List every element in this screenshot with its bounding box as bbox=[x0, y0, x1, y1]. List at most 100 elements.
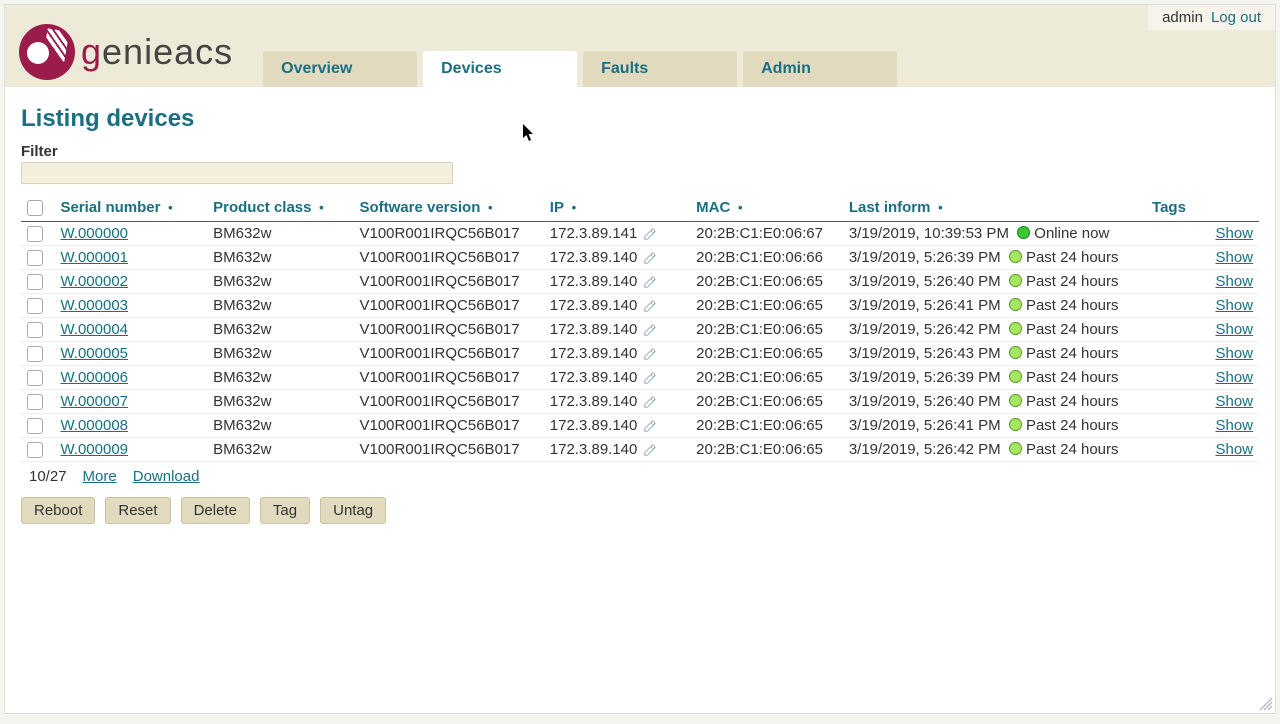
row-checkbox[interactable] bbox=[27, 442, 43, 458]
devices-table: Serial number • Product class • Software… bbox=[21, 194, 1259, 462]
show-link[interactable]: Show bbox=[1215, 417, 1253, 434]
pencil-icon[interactable] bbox=[643, 347, 657, 361]
more-link[interactable]: More bbox=[83, 468, 117, 485]
pencil-icon[interactable] bbox=[643, 275, 657, 289]
cell-product: BM632w bbox=[207, 414, 353, 438]
brand-logo[interactable]: genieacs bbox=[5, 5, 247, 87]
show-link[interactable]: Show bbox=[1215, 297, 1253, 314]
tab-overview[interactable]: Overview bbox=[263, 51, 417, 87]
status-dot-icon bbox=[1009, 442, 1022, 455]
col-mac[interactable]: MAC • bbox=[690, 194, 843, 222]
row-checkbox[interactable] bbox=[27, 346, 43, 362]
table-row: W.000008BM632wV100R001IRQC56B017172.3.89… bbox=[21, 414, 1259, 438]
col-product[interactable]: Product class • bbox=[207, 194, 353, 222]
cell-ip: 172.3.89.140 bbox=[550, 249, 638, 266]
serial-link[interactable]: W.000002 bbox=[60, 273, 128, 290]
untag-button[interactable]: Untag bbox=[320, 497, 386, 524]
col-last[interactable]: Last inform • bbox=[843, 194, 1146, 222]
cell-tags bbox=[1146, 318, 1198, 342]
download-link[interactable]: Download bbox=[133, 468, 200, 485]
status-dot-icon bbox=[1017, 226, 1030, 239]
serial-link[interactable]: W.000003 bbox=[60, 297, 128, 314]
serial-link[interactable]: W.000001 bbox=[60, 249, 128, 266]
col-ip[interactable]: IP • bbox=[544, 194, 690, 222]
cell-last: 3/19/2019, 5:26:41 PM Past 24 hours bbox=[843, 294, 1146, 318]
serial-link[interactable]: W.000007 bbox=[60, 393, 128, 410]
pencil-icon[interactable] bbox=[643, 419, 657, 433]
pencil-icon[interactable] bbox=[643, 227, 657, 241]
serial-link[interactable]: W.000000 bbox=[60, 225, 128, 242]
cell-mac: 20:2B:C1:E0:06:65 bbox=[690, 318, 843, 342]
main-tabs: OverviewDevicesFaultsAdmin bbox=[263, 5, 897, 87]
cell-software: V100R001IRQC56B017 bbox=[353, 246, 543, 270]
pencil-icon[interactable] bbox=[643, 299, 657, 313]
select-all-checkbox[interactable] bbox=[27, 200, 43, 216]
cell-last: 3/19/2019, 5:26:39 PM Past 24 hours bbox=[843, 366, 1146, 390]
bulk-actions: Reboot Reset Delete Tag Untag bbox=[21, 497, 1259, 524]
row-checkbox[interactable] bbox=[27, 322, 43, 338]
tab-faults[interactable]: Faults bbox=[583, 51, 737, 87]
cell-last: 3/19/2019, 10:39:53 PM Online now bbox=[843, 222, 1146, 246]
cell-tags bbox=[1146, 414, 1198, 438]
cell-tags bbox=[1146, 246, 1198, 270]
row-checkbox[interactable] bbox=[27, 274, 43, 290]
cell-ip: 172.3.89.140 bbox=[550, 369, 638, 386]
cell-software: V100R001IRQC56B017 bbox=[353, 294, 543, 318]
cell-ip: 172.3.89.140 bbox=[550, 441, 638, 458]
row-checkbox[interactable] bbox=[27, 226, 43, 242]
col-serial[interactable]: Serial number • bbox=[54, 194, 207, 222]
brand-text: genieacs bbox=[81, 31, 233, 73]
serial-link[interactable]: W.000008 bbox=[60, 417, 128, 434]
show-link[interactable]: Show bbox=[1215, 345, 1253, 362]
filter-label: Filter bbox=[21, 143, 1259, 160]
row-checkbox[interactable] bbox=[27, 394, 43, 410]
resize-grip-icon[interactable] bbox=[1259, 697, 1273, 711]
row-checkbox[interactable] bbox=[27, 250, 43, 266]
pencil-icon[interactable] bbox=[643, 323, 657, 337]
cell-last: 3/19/2019, 5:26:43 PM Past 24 hours bbox=[843, 342, 1146, 366]
table-row: W.000000BM632wV100R001IRQC56B017172.3.89… bbox=[21, 222, 1259, 246]
cell-ip: 172.3.89.141 bbox=[550, 225, 638, 242]
delete-button[interactable]: Delete bbox=[181, 497, 250, 524]
col-software[interactable]: Software version • bbox=[353, 194, 543, 222]
status-text: Online now bbox=[1034, 225, 1109, 242]
cell-ip: 172.3.89.140 bbox=[550, 273, 638, 290]
tab-admin[interactable]: Admin bbox=[743, 51, 897, 87]
show-link[interactable]: Show bbox=[1215, 441, 1253, 458]
pencil-icon[interactable] bbox=[643, 443, 657, 457]
tag-button[interactable]: Tag bbox=[260, 497, 310, 524]
serial-link[interactable]: W.000004 bbox=[60, 321, 128, 338]
row-checkbox[interactable] bbox=[27, 418, 43, 434]
cell-tags bbox=[1146, 366, 1198, 390]
pencil-icon[interactable] bbox=[643, 251, 657, 265]
reboot-button[interactable]: Reboot bbox=[21, 497, 95, 524]
status-dot-icon bbox=[1009, 298, 1022, 311]
serial-link[interactable]: W.000009 bbox=[60, 441, 128, 458]
pencil-icon[interactable] bbox=[643, 371, 657, 385]
logout-link[interactable]: Log out bbox=[1211, 9, 1261, 26]
filter-input[interactable] bbox=[21, 162, 453, 184]
reset-button[interactable]: Reset bbox=[105, 497, 170, 524]
cell-mac: 20:2B:C1:E0:06:65 bbox=[690, 366, 843, 390]
serial-link[interactable]: W.000006 bbox=[60, 369, 128, 386]
show-link[interactable]: Show bbox=[1215, 225, 1253, 242]
show-link[interactable]: Show bbox=[1215, 393, 1253, 410]
serial-link[interactable]: W.000005 bbox=[60, 345, 128, 362]
cell-ip: 172.3.89.140 bbox=[550, 297, 638, 314]
status-text: Past 24 hours bbox=[1026, 369, 1119, 386]
show-link[interactable]: Show bbox=[1215, 369, 1253, 386]
tab-devices[interactable]: Devices bbox=[423, 51, 577, 87]
status-text: Past 24 hours bbox=[1026, 297, 1119, 314]
sort-dot-icon: • bbox=[935, 200, 943, 215]
show-link[interactable]: Show bbox=[1215, 249, 1253, 266]
show-link[interactable]: Show bbox=[1215, 273, 1253, 290]
row-checkbox[interactable] bbox=[27, 370, 43, 386]
row-checkbox[interactable] bbox=[27, 298, 43, 314]
col-tags[interactable]: Tags bbox=[1146, 194, 1198, 222]
pencil-icon[interactable] bbox=[643, 395, 657, 409]
show-link[interactable]: Show bbox=[1215, 321, 1253, 338]
cell-software: V100R001IRQC56B017 bbox=[353, 342, 543, 366]
cell-software: V100R001IRQC56B017 bbox=[353, 438, 543, 462]
table-row: W.000004BM632wV100R001IRQC56B017172.3.89… bbox=[21, 318, 1259, 342]
sort-dot-icon: • bbox=[315, 200, 323, 215]
